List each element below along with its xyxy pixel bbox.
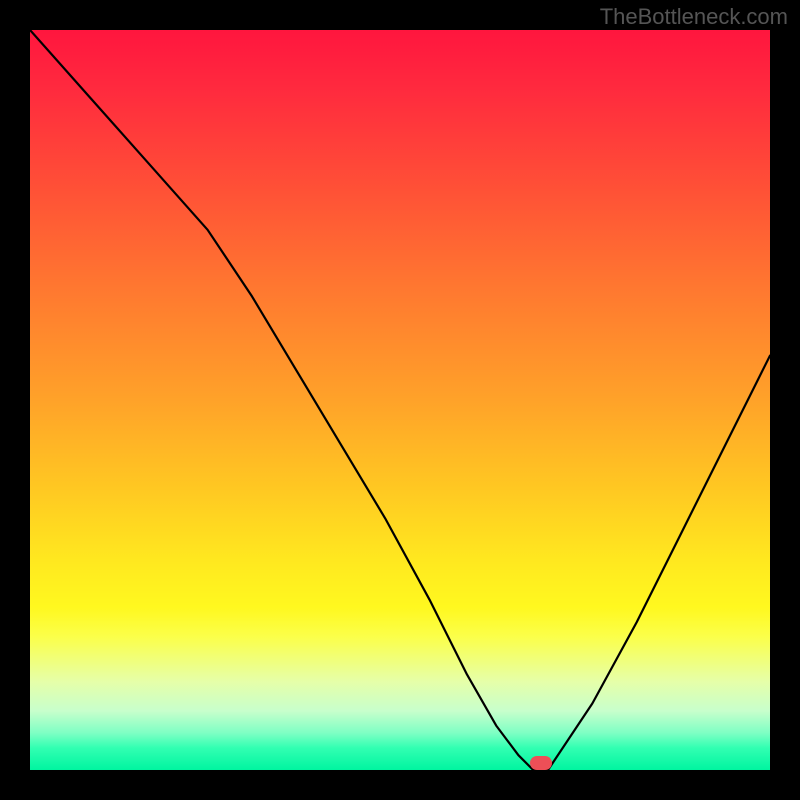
watermark-text: TheBottleneck.com — [600, 4, 788, 30]
optimal-marker — [530, 756, 552, 770]
bottleneck-curve — [30, 30, 770, 770]
plot-area — [30, 30, 770, 770]
chart-container: TheBottleneck.com — [0, 0, 800, 800]
curve-svg — [30, 30, 770, 770]
